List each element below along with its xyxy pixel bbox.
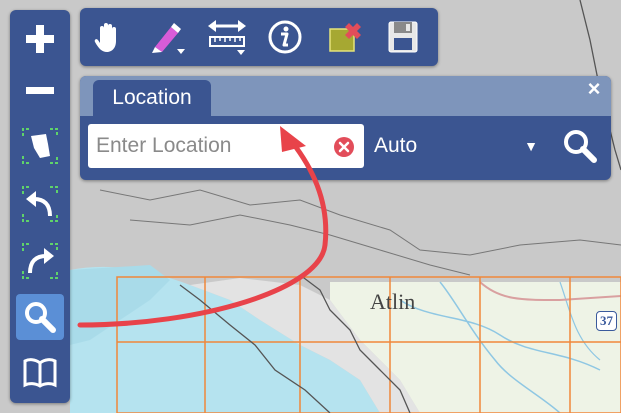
zoom-out-icon xyxy=(26,87,54,94)
zoom-in-icon xyxy=(26,25,54,53)
location-panel: Location × Auto ▼ xyxy=(80,76,611,180)
next-extent-icon xyxy=(22,243,58,279)
draw-button[interactable] xyxy=(144,15,190,59)
tab-location[interactable]: Location xyxy=(93,80,211,116)
left-toolbar xyxy=(10,10,70,403)
clear-input-icon[interactable] xyxy=(334,137,354,157)
measure-button[interactable] xyxy=(204,15,250,59)
close-button[interactable]: × xyxy=(583,78,605,100)
pan-button[interactable] xyxy=(86,15,132,59)
search-button[interactable] xyxy=(16,294,64,340)
top-toolbar xyxy=(80,8,438,66)
search-icon xyxy=(564,130,597,163)
zoom-in-button[interactable] xyxy=(16,16,64,62)
search-mode-value: Auto xyxy=(374,134,418,157)
clear-graphics-button[interactable] xyxy=(322,15,368,59)
map-label-atlin: Atlin xyxy=(370,289,416,314)
highway-shield: 37 xyxy=(596,311,617,331)
info-icon xyxy=(268,20,302,54)
next-extent-button[interactable] xyxy=(16,238,64,284)
search-icon xyxy=(25,302,56,333)
previous-extent-button[interactable] xyxy=(16,181,64,227)
save-disk-icon xyxy=(388,21,418,53)
clear-graphics-icon xyxy=(329,23,361,52)
book-icon xyxy=(23,358,57,388)
location-search-button[interactable] xyxy=(558,126,602,166)
measure-ruler-icon xyxy=(208,20,246,55)
info-button[interactable] xyxy=(262,15,308,59)
dropdown-arrow-icon: ▼ xyxy=(524,138,538,154)
search-mode-select[interactable]: Auto ▼ xyxy=(374,128,544,164)
previous-extent-icon xyxy=(22,186,58,222)
zoom-out-button[interactable] xyxy=(16,68,64,114)
pan-hand-icon xyxy=(94,23,116,52)
bookmarks-button[interactable] xyxy=(16,349,64,395)
location-input[interactable] xyxy=(88,124,364,168)
full-extent-button[interactable] xyxy=(16,123,64,169)
panel-header: Location × xyxy=(80,76,611,116)
draw-pen-icon xyxy=(152,23,185,54)
full-extent-icon xyxy=(22,128,58,164)
save-button[interactable] xyxy=(380,15,426,59)
